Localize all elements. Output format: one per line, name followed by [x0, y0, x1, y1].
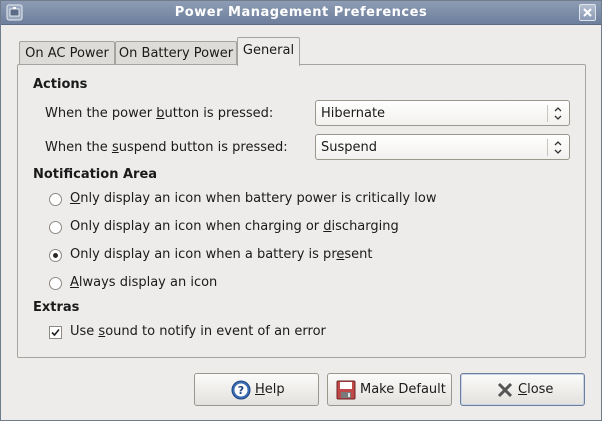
- sound-checkbox[interactable]: [49, 326, 62, 339]
- checkmark-icon: [51, 328, 60, 337]
- suspend-button-action-select[interactable]: Suspend: [315, 134, 570, 160]
- help-icon: ?: [231, 380, 251, 400]
- radio-label: Always display an icon: [70, 275, 218, 290]
- make-default-button-label: Make Default: [360, 382, 446, 397]
- radio-button-selected[interactable]: [49, 249, 62, 262]
- updown-arrows-icon: [554, 107, 562, 120]
- tab-label: On AC Power: [25, 46, 109, 61]
- power-preferences-window: Power Management Preferences On AC Power…: [0, 0, 602, 421]
- floppy-disk-icon: [336, 380, 356, 400]
- tab-label: General: [242, 43, 295, 58]
- power-button-action-select[interactable]: Hibernate: [315, 100, 570, 126]
- tab-general[interactable]: General: [237, 37, 300, 66]
- help-button-label: Help: [255, 382, 285, 397]
- checkbox-label: Use sound to notify in event of an error: [70, 324, 326, 339]
- close-icon: [497, 382, 513, 398]
- radio-label: Only display an icon when a battery is p…: [70, 247, 373, 262]
- radio-label: Only display an icon when charging or di…: [70, 219, 399, 234]
- help-button[interactable]: ? Help: [194, 373, 319, 406]
- updown-arrows-icon: [554, 141, 562, 154]
- suspend-button-label: When the suspend button is pressed:: [45, 140, 288, 155]
- suspend-button-action-value: Suspend: [321, 140, 378, 155]
- close-button-label: Close: [518, 382, 554, 397]
- radio-button[interactable]: [49, 193, 62, 206]
- window-title: Power Management Preferences: [174, 5, 428, 20]
- close-icon: [583, 8, 592, 17]
- extras-heading: Extras: [33, 300, 80, 315]
- window-close-button[interactable]: [579, 4, 596, 21]
- general-tab-panel: Actions When the power button is pressed…: [17, 64, 586, 358]
- actions-heading: Actions: [33, 77, 88, 92]
- make-default-button[interactable]: Make Default: [327, 373, 452, 406]
- radio-label: Only display an icon when battery power …: [70, 191, 437, 206]
- close-button[interactable]: Close: [460, 373, 585, 406]
- radio-button[interactable]: [49, 221, 62, 234]
- combo-separator: [547, 105, 548, 122]
- svg-text:?: ?: [238, 384, 244, 397]
- tab-on-ac-power[interactable]: On AC Power: [19, 41, 115, 66]
- title-bar[interactable]: Power Management Preferences: [1, 1, 601, 25]
- power-button-action-value: Hibernate: [321, 106, 386, 121]
- radio-button[interactable]: [49, 277, 62, 290]
- tab-on-battery-power[interactable]: On Battery Power: [115, 41, 237, 66]
- notification-area-heading: Notification Area: [33, 167, 158, 182]
- combo-separator: [547, 139, 548, 156]
- tab-label: On Battery Power: [118, 46, 234, 61]
- power-button-label: When the power button is pressed:: [45, 106, 274, 121]
